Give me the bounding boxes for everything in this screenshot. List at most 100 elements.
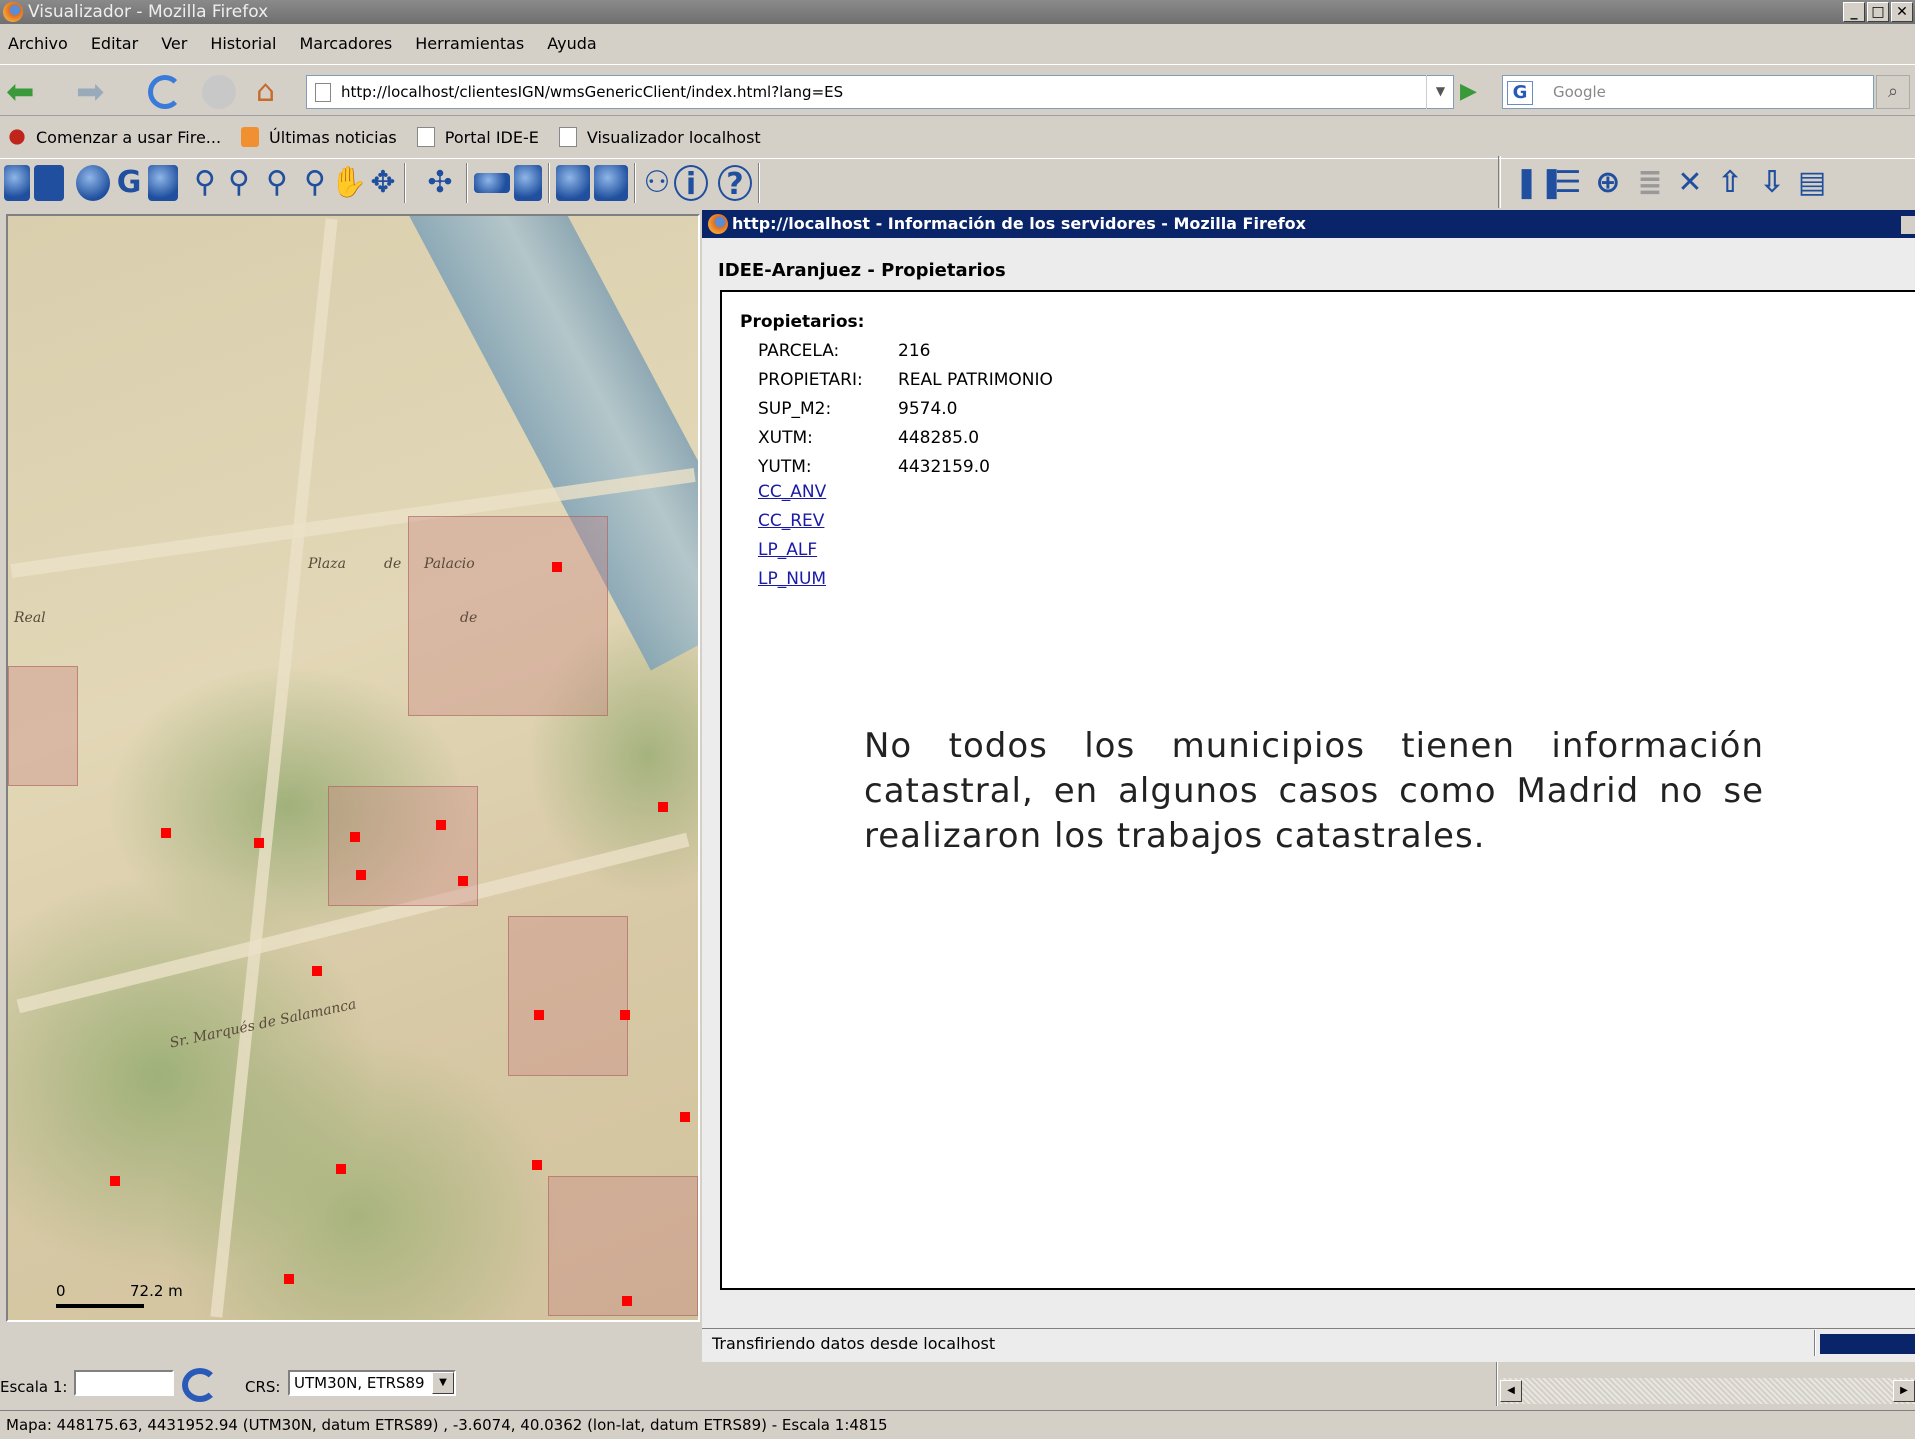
link-cc-rev[interactable]: CC_REV xyxy=(758,511,824,531)
close-button[interactable]: ✕ xyxy=(1891,2,1913,22)
parcel-marker[interactable] xyxy=(680,1112,690,1122)
area-icon[interactable] xyxy=(514,165,542,201)
save-icon[interactable] xyxy=(34,165,64,201)
url-dropdown-icon[interactable]: ▼ xyxy=(1426,75,1454,109)
search-placeholder: Google xyxy=(1553,83,1606,101)
bookmark-portal-idee[interactable]: Portal IDE-E xyxy=(416,127,539,147)
layers-icon[interactable] xyxy=(148,165,178,201)
globe-icon[interactable] xyxy=(76,165,110,201)
popup-minimize-button[interactable] xyxy=(1901,216,1915,234)
back-icon[interactable]: ⬅ xyxy=(6,75,40,109)
map-block xyxy=(328,786,478,906)
map-view[interactable]: Plaza de Palacio Real de Sr. Marqués de … xyxy=(6,214,700,1322)
add-layer-icon[interactable]: ⊕ xyxy=(1592,166,1624,200)
parcel-marker[interactable] xyxy=(356,870,366,880)
toolbar-separator xyxy=(634,163,636,203)
cadastral-note: No todos los municipios tienen informaci… xyxy=(864,726,1764,856)
camera-icon[interactable] xyxy=(594,165,628,201)
popup-content: Propietarios: PARCELA: 216 PROPIETARI: REA… xyxy=(720,290,1915,1290)
historic-map[interactable]: Plaza de Palacio Real de Sr. Marqués de … xyxy=(8,216,698,1320)
parcel-marker[interactable] xyxy=(350,832,360,842)
parcel-marker[interactable] xyxy=(336,1164,346,1174)
parcel-marker[interactable] xyxy=(622,1296,632,1306)
help-icon[interactable]: ? xyxy=(718,165,752,202)
parcel-marker[interactable] xyxy=(161,828,171,838)
go-icon[interactable]: ▶ xyxy=(1460,79,1486,105)
info-icon[interactable]: i xyxy=(674,165,708,202)
horizontal-scrollbar[interactable]: ◀ ▶ xyxy=(1500,1378,1915,1404)
bookmark-getting-started[interactable]: Comenzar a usar Fire... xyxy=(8,127,221,147)
attributes-table: PARCELA: 216 PROPIETARI: REAL PATRIMONIO S… xyxy=(758,336,1073,481)
google-icon[interactable]: G xyxy=(1507,81,1533,105)
down-arrow-icon[interactable]: ⇩ xyxy=(1756,166,1788,200)
parcel-marker[interactable] xyxy=(532,1160,542,1170)
link-cc-anv[interactable]: CC_ANV xyxy=(758,482,826,502)
menu-marcadores[interactable]: Marcadores xyxy=(299,34,392,53)
reload-icon[interactable] xyxy=(148,75,182,109)
menu-ayuda[interactable]: Ayuda xyxy=(547,34,596,53)
zoom-out-icon[interactable]: ⚲ xyxy=(222,165,256,201)
parcel-marker[interactable] xyxy=(436,820,446,830)
home-icon[interactable]: ⌂ xyxy=(256,75,290,109)
scroll-left-icon[interactable]: ◀ xyxy=(1500,1380,1522,1402)
parcel-marker[interactable] xyxy=(552,562,562,572)
link-lp-num[interactable]: LP_NUM xyxy=(758,569,826,589)
move-icon[interactable]: ✥ xyxy=(366,165,400,201)
ruler-icon[interactable] xyxy=(474,173,510,193)
link-lp-alf[interactable]: LP_ALF xyxy=(758,540,817,560)
parcel-marker[interactable] xyxy=(312,966,322,976)
map-block xyxy=(408,516,608,716)
up-arrow-icon[interactable]: ⇧ xyxy=(1714,166,1746,200)
parcel-marker[interactable] xyxy=(534,1010,544,1020)
parcel-marker[interactable] xyxy=(284,1274,294,1284)
parcel-marker[interactable] xyxy=(110,1176,120,1186)
search-icon[interactable]: ⌕ xyxy=(1876,75,1910,109)
bookmark-visualizador[interactable]: Visualizador localhost xyxy=(558,127,761,147)
list-icon[interactable]: ☰ xyxy=(1552,166,1584,200)
map-road xyxy=(210,218,338,1318)
menu-editar[interactable]: Editar xyxy=(91,34,138,53)
parcel-marker[interactable] xyxy=(458,876,468,886)
crs-label: CRS: xyxy=(245,1378,281,1396)
popup-title: http://localhost - Información de los se… xyxy=(732,214,1306,233)
pan-arrows-icon[interactable]: ✣ xyxy=(418,165,462,201)
document-icon[interactable]: ▤ xyxy=(1796,166,1828,200)
zoom-in-icon[interactable]: ⚲ xyxy=(188,165,222,201)
parcel-marker[interactable] xyxy=(620,1010,630,1020)
crs-select[interactable]: UTM30N, ETRS89 ▼ xyxy=(288,1370,456,1396)
refresh-icon[interactable] xyxy=(182,1368,218,1402)
maximize-button[interactable]: □ xyxy=(1867,2,1889,22)
parcel-marker[interactable] xyxy=(658,802,668,812)
url-input[interactable]: http://localhost/clientesIGN/wmsGenericC… xyxy=(306,75,1454,109)
menu-archivo[interactable]: Archivo xyxy=(8,34,68,53)
chevron-down-icon[interactable]: ▼ xyxy=(432,1372,454,1394)
minimize-button[interactable]: _ xyxy=(1843,2,1865,22)
pause-icon[interactable]: ❚❚ xyxy=(1514,166,1564,200)
binoculars-icon[interactable]: ⚇ xyxy=(640,165,674,201)
info-popup-window: http://localhost - Información de los se… xyxy=(702,210,1915,1362)
remove-icon[interactable]: ✕ xyxy=(1674,166,1706,200)
map-block xyxy=(8,666,78,786)
google-g-icon[interactable]: G xyxy=(112,165,146,201)
url-text: http://localhost/clientesIGN/wmsGenericC… xyxy=(341,83,844,101)
forward-icon[interactable]: ➡ xyxy=(76,75,110,109)
scale-start-label: 0 xyxy=(56,1282,66,1300)
zoom-box-icon[interactable]: ⚲ xyxy=(260,165,294,201)
search-input[interactable]: G Google xyxy=(1502,75,1874,109)
zoom-extent-icon[interactable]: ⚲ xyxy=(298,165,332,201)
toolbar-separator xyxy=(548,163,550,203)
stack-icon[interactable]: ≣ xyxy=(1634,166,1666,200)
parcel-marker[interactable] xyxy=(254,838,264,848)
bookmark-news[interactable]: Últimas noticias xyxy=(241,127,397,147)
menu-historial[interactable]: Historial xyxy=(210,34,276,53)
open-icon[interactable] xyxy=(4,165,30,201)
print-icon[interactable] xyxy=(556,165,590,201)
scroll-right-icon[interactable]: ▶ xyxy=(1893,1380,1915,1402)
table-row: PARCELA: 216 xyxy=(758,340,931,361)
scale-input[interactable] xyxy=(74,1370,174,1396)
pan-hand-icon[interactable]: ✋ xyxy=(330,165,367,201)
scale-label: Escala 1: xyxy=(0,1378,68,1396)
stop-icon[interactable] xyxy=(202,75,236,109)
menu-herramientas[interactable]: Herramientas xyxy=(415,34,524,53)
menu-ver[interactable]: Ver xyxy=(161,34,187,53)
